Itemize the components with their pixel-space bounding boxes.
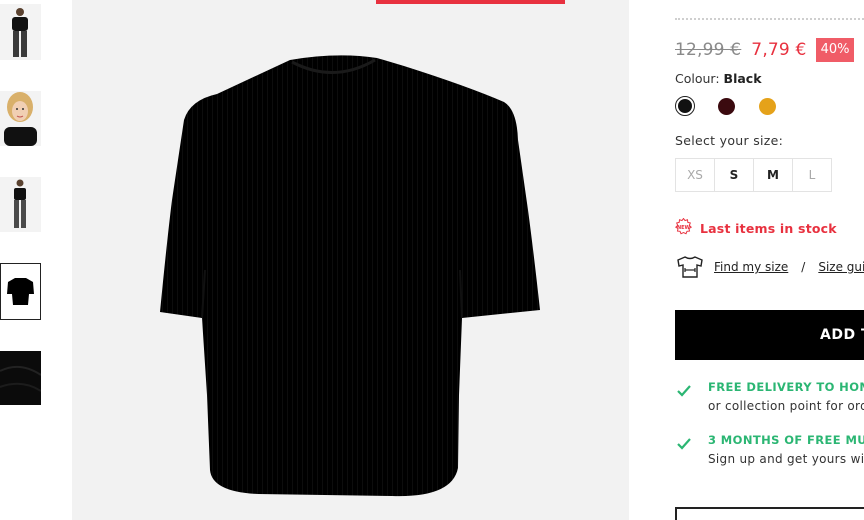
size-option-s[interactable]: S (714, 158, 754, 192)
product-details-panel: 12,99 € 7,79 € 40% Colour: Black Select … (629, 0, 864, 520)
old-price: 12,99 € (675, 40, 742, 60)
divider (675, 18, 864, 20)
thumbnail-model-full-side[interactable] (0, 177, 41, 232)
find-my-size-link[interactable]: Find my size (714, 260, 788, 274)
selected-colour: Black (723, 71, 762, 86)
secondary-button[interactable] (675, 507, 864, 520)
size-option-m[interactable]: M (753, 158, 793, 192)
svg-text:NEW: NEW (677, 225, 691, 231)
thumbnail-model-full-front[interactable] (0, 4, 41, 60)
new-badge-icon: NEW (674, 217, 693, 239)
discount-badge: 40% (815, 38, 855, 62)
thumbnail-fabric-detail[interactable] (0, 351, 41, 405)
product-page: 12,99 € 7,79 € 40% Colour: Black Select … (0, 0, 864, 520)
benefit-subtitle: Sign up and get yours with (708, 452, 864, 466)
check-icon (677, 435, 691, 454)
stock-text: Last items in stock (700, 221, 837, 236)
colour-label-text: Colour: (675, 71, 720, 86)
image-progress-indicator (376, 0, 565, 4)
colour-swatches (675, 96, 798, 116)
swatch-black[interactable] (675, 96, 695, 116)
benefit-title: FREE DELIVERY TO HOME (708, 380, 864, 394)
separator: / (801, 260, 806, 274)
tshirt-image (160, 55, 540, 497)
swatch-mustard[interactable] (757, 96, 777, 116)
price-row: 12,99 € 7,79 € 40% (675, 37, 855, 63)
size-help-row: Find my size / Size guid (675, 254, 864, 280)
stock-notice: NEW Last items in stock (674, 217, 837, 239)
benefit-title: 3 MONTHS OF FREE MUSIC (708, 433, 864, 447)
swatch-black-dot (678, 99, 692, 113)
size-selector: XS S M L (675, 158, 832, 192)
size-label: Select your size: (675, 133, 784, 148)
swatch-burgundy-dot (717, 97, 735, 115)
add-to-bag-button[interactable]: ADD T (675, 310, 864, 360)
colour-label: Colour: Black (675, 71, 762, 86)
main-product-image[interactable] (72, 0, 629, 520)
size-option-l[interactable]: L (792, 158, 832, 192)
benefit-subtitle: or collection point for ord (708, 399, 864, 413)
size-option-xs[interactable]: XS (675, 158, 715, 192)
swatch-mustard-dot (758, 97, 776, 115)
thumbnail-tshirt-flat[interactable] (0, 263, 41, 320)
swatch-burgundy[interactable] (716, 96, 736, 116)
size-guide-link[interactable]: Size guid (818, 260, 864, 274)
check-icon (677, 382, 691, 401)
sale-price: 7,79 € (751, 40, 807, 60)
thumbnail-model-portrait[interactable] (0, 91, 41, 146)
thumbnail-column (0, 0, 44, 520)
tshirt-measure-icon (675, 254, 705, 280)
